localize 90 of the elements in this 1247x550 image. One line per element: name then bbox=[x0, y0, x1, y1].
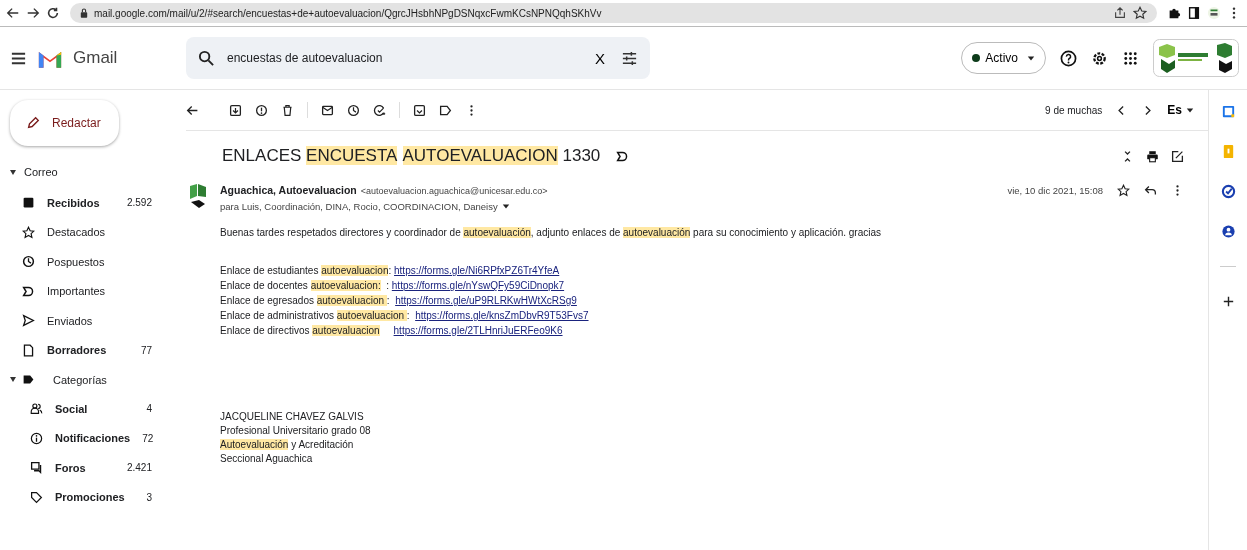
app-name: Gmail bbox=[73, 48, 118, 68]
help-icon[interactable] bbox=[1060, 49, 1077, 67]
sidebar-icon[interactable] bbox=[1187, 6, 1201, 20]
back-icon[interactable] bbox=[6, 6, 20, 20]
link-line: Enlace de estudiantes autoevaluacion: https://forms.gle/Ni6RPfxPZ6Tr4YfeA bbox=[220, 264, 561, 278]
draft-icon bbox=[22, 343, 35, 357]
open-new-window-icon[interactable] bbox=[1171, 149, 1184, 163]
reload-icon[interactable] bbox=[46, 6, 60, 20]
inbox-icon bbox=[22, 196, 35, 210]
status-button[interactable]: Activo bbox=[961, 42, 1046, 74]
category-item[interactable]: Social 4 bbox=[0, 394, 180, 424]
info-icon bbox=[30, 431, 43, 445]
category-item[interactable]: Promociones 3 bbox=[0, 482, 180, 512]
form-link[interactable]: https://forms.gle/nYswQFy59CiDnopk7 bbox=[391, 280, 565, 291]
important-icon[interactable] bbox=[616, 149, 630, 163]
form-link[interactable]: https://forms.gle/2TLHnriJuERFeo9K6 bbox=[393, 325, 563, 336]
important-icon bbox=[22, 284, 35, 298]
expand-arrow-icon[interactable] bbox=[10, 377, 16, 382]
folder-item[interactable]: Categorías bbox=[53, 373, 107, 386]
star-icon[interactable] bbox=[1133, 6, 1147, 20]
email-date: vie, 10 dic 2021, 15:08 bbox=[1007, 184, 1103, 196]
mail-icon[interactable] bbox=[321, 103, 334, 117]
settings-icon[interactable] bbox=[1091, 49, 1108, 67]
recipients-text: para Luis, Coordinación, DINA, Rocio, COORDINACION, Daneisy bbox=[220, 200, 498, 212]
tasks-icon[interactable] bbox=[1220, 184, 1236, 199]
forum-icon bbox=[30, 461, 43, 475]
signature-line: Profesional Universitario grado 08 bbox=[220, 424, 372, 438]
expand-arrow-icon[interactable] bbox=[10, 169, 16, 175]
link-line: Enlace de docentes autoevaluacion: : https://forms.gle/nYswQFy59CiDnopk7 bbox=[220, 279, 566, 293]
form-link[interactable]: https://forms.gle/uP9RLRKwHWtXcRSg9 bbox=[395, 295, 577, 306]
people-icon bbox=[30, 402, 43, 416]
send-icon bbox=[22, 314, 35, 328]
back-icon[interactable] bbox=[186, 103, 199, 117]
clear-search-button[interactable]: X bbox=[591, 49, 609, 67]
search-icon[interactable] bbox=[198, 49, 215, 67]
address-bar[interactable]: mail.google.com/mail/u/2/#search/encuestas+de+autoevaluacion/QgrcJHsbhNPgDSNqxcFwmKCsNPNQqhSKhVv bbox=[70, 3, 1157, 23]
form-link[interactable]: https://forms.gle/knsZmDbvR9T53Fvs7 bbox=[415, 310, 589, 321]
link-line: Enlace de egresados autoevaluacion : https://forms.gle/uP9RLRKwHWtXcRSg9 bbox=[220, 294, 578, 308]
signature-line: Autoevaluación y Acreditación bbox=[220, 438, 355, 452]
link-line: Enlace de directivos autoevaluacion https://forms.gle/2TLHnriJuERFeo9K6 bbox=[220, 324, 564, 338]
lock-icon[interactable] bbox=[80, 8, 88, 18]
folder-item[interactable]: Importantes bbox=[0, 276, 180, 306]
contacts-icon[interactable] bbox=[1220, 224, 1236, 239]
apps-icon[interactable] bbox=[1122, 49, 1139, 67]
account-logo[interactable] bbox=[1153, 39, 1239, 77]
forward-icon[interactable] bbox=[26, 6, 40, 20]
input-tools-button[interactable]: Es bbox=[1167, 103, 1194, 117]
folder-item[interactable]: Enviados bbox=[0, 306, 180, 336]
filter-icon[interactable] bbox=[621, 49, 638, 67]
link-line: Enlace de administrativos autoevaluacion : https://forms.gle/knsZmDbvR9T53Fvs7 bbox=[220, 309, 590, 323]
category-item[interactable]: Foros 2.421 bbox=[0, 453, 180, 483]
caret-icon bbox=[1186, 106, 1194, 114]
signature-line: JACQUELINE CHAVEZ GALVIS bbox=[220, 410, 365, 424]
sender-name: Aguachica, Autoevaluacion bbox=[220, 184, 357, 196]
sender-email: <autoevaluacion.aguachica@unicesar.edu.co> bbox=[360, 186, 548, 196]
pencil-icon bbox=[26, 116, 40, 130]
task-icon[interactable] bbox=[373, 103, 386, 117]
compose-button[interactable]: Redactar bbox=[10, 100, 119, 146]
email-subject: ENLACES ENCUESTA AUTOEVALUACION 1330 bbox=[222, 146, 601, 166]
clock-icon[interactable] bbox=[347, 103, 360, 117]
label-icon bbox=[22, 373, 35, 386]
tag-icon bbox=[30, 490, 43, 504]
profile-icon[interactable] bbox=[1207, 6, 1221, 20]
star-icon bbox=[22, 225, 35, 239]
trash-icon[interactable] bbox=[281, 103, 294, 117]
print-icon[interactable] bbox=[1146, 149, 1159, 163]
archive-icon[interactable] bbox=[229, 103, 242, 117]
form-link[interactable]: https://forms.gle/Ni6RPfxPZ6Tr4YfeA bbox=[394, 265, 560, 276]
clock-icon bbox=[22, 255, 35, 269]
caret-icon[interactable] bbox=[501, 202, 510, 210]
calendar-icon[interactable] bbox=[1220, 104, 1236, 119]
share-icon[interactable] bbox=[1113, 6, 1127, 20]
pagination-text: 9 de muchas bbox=[1045, 104, 1103, 116]
search-field[interactable]: encuestas de autoevaluacion X bbox=[186, 37, 650, 79]
signature-line: Seccional Aguachica bbox=[220, 452, 314, 466]
puzzle-icon[interactable] bbox=[1167, 6, 1181, 20]
folder-item[interactable]: Pospuestos bbox=[0, 247, 180, 277]
message-text: Buenas tardes respetados directores y coordinador de autoevaluación, adjunto enlaces de autoevaluación para su conocimiento y aplicación. gracias bbox=[220, 226, 882, 240]
status-dot-icon bbox=[972, 54, 981, 62]
report-icon[interactable] bbox=[255, 103, 268, 117]
star-icon[interactable] bbox=[1117, 183, 1130, 197]
folder-item[interactable]: Borradores 77 bbox=[0, 335, 180, 365]
reply-icon[interactable] bbox=[1144, 183, 1157, 197]
folder-item[interactable]: Destacados bbox=[0, 217, 180, 247]
label-icon[interactable] bbox=[439, 103, 452, 117]
caret-icon bbox=[1027, 54, 1035, 62]
category-item[interactable]: Notificaciones 72 bbox=[0, 423, 180, 453]
folder-item[interactable]: Recibidos 2.592 bbox=[0, 188, 180, 218]
move-icon[interactable] bbox=[413, 103, 426, 117]
section-label[interactable]: Correo bbox=[24, 166, 58, 178]
